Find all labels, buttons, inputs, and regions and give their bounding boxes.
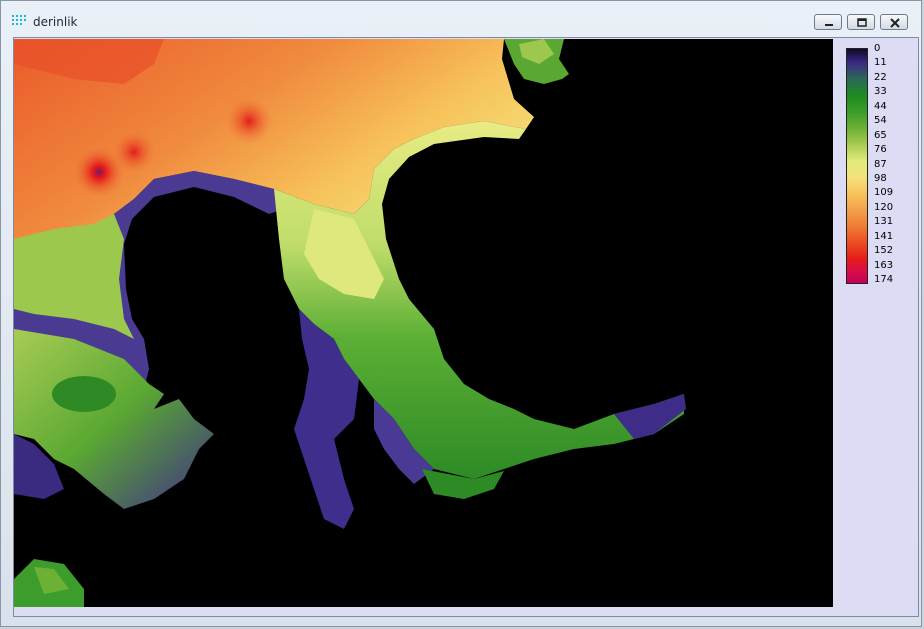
colorbar-tick-label: 152 bbox=[874, 245, 894, 257]
minimize-button[interactable] bbox=[814, 14, 842, 30]
colorbar-tick-label: 98 bbox=[874, 172, 887, 184]
colorbar-tick-label: 22 bbox=[874, 71, 887, 83]
colorbar-tick-label: 11 bbox=[874, 57, 887, 69]
minimize-icon bbox=[825, 24, 833, 26]
colorbar-tick-label: 87 bbox=[874, 158, 887, 170]
depth-colorbar bbox=[846, 48, 868, 284]
colorbar-tick-label: 54 bbox=[874, 115, 887, 127]
restore-button[interactable] bbox=[847, 14, 875, 30]
colorbar-tick-label: 109 bbox=[874, 187, 894, 199]
colorbar-tick-label: 33 bbox=[874, 86, 887, 98]
colorbar-tick-label: 44 bbox=[874, 100, 887, 112]
colorbar-tick-label: 76 bbox=[874, 144, 887, 156]
title-bar[interactable]: derinlik bbox=[1, 1, 921, 37]
colorbar-tick-label: 131 bbox=[874, 216, 894, 228]
colorbar-tick-label: 174 bbox=[874, 274, 894, 285]
colorbar-labels: 0 11 22 33 44 54 65 76 87 98 109 120 131 141 152 163 174 bbox=[874, 43, 918, 289]
app-window: derinlik 0 11 22 33 44 54 65 76 87 98 10… bbox=[0, 0, 922, 627]
colorbar-tick-label: 141 bbox=[874, 230, 894, 242]
window-title: derinlik bbox=[33, 15, 78, 29]
client-area: 0 11 22 33 44 54 65 76 87 98 109 120 131 141 152 163 174 bbox=[13, 37, 919, 617]
depth-map[interactable] bbox=[14, 39, 833, 607]
colorbar-tick-label: 0 bbox=[874, 43, 881, 54]
colorbar-tick-label: 120 bbox=[874, 201, 894, 213]
colorbar-tick-label: 163 bbox=[874, 259, 894, 271]
dotted-grid-icon bbox=[12, 15, 26, 25]
restore-icon bbox=[857, 18, 867, 27]
close-button[interactable] bbox=[880, 14, 908, 30]
close-icon bbox=[890, 18, 900, 28]
colorbar-tick-label: 65 bbox=[874, 129, 887, 141]
